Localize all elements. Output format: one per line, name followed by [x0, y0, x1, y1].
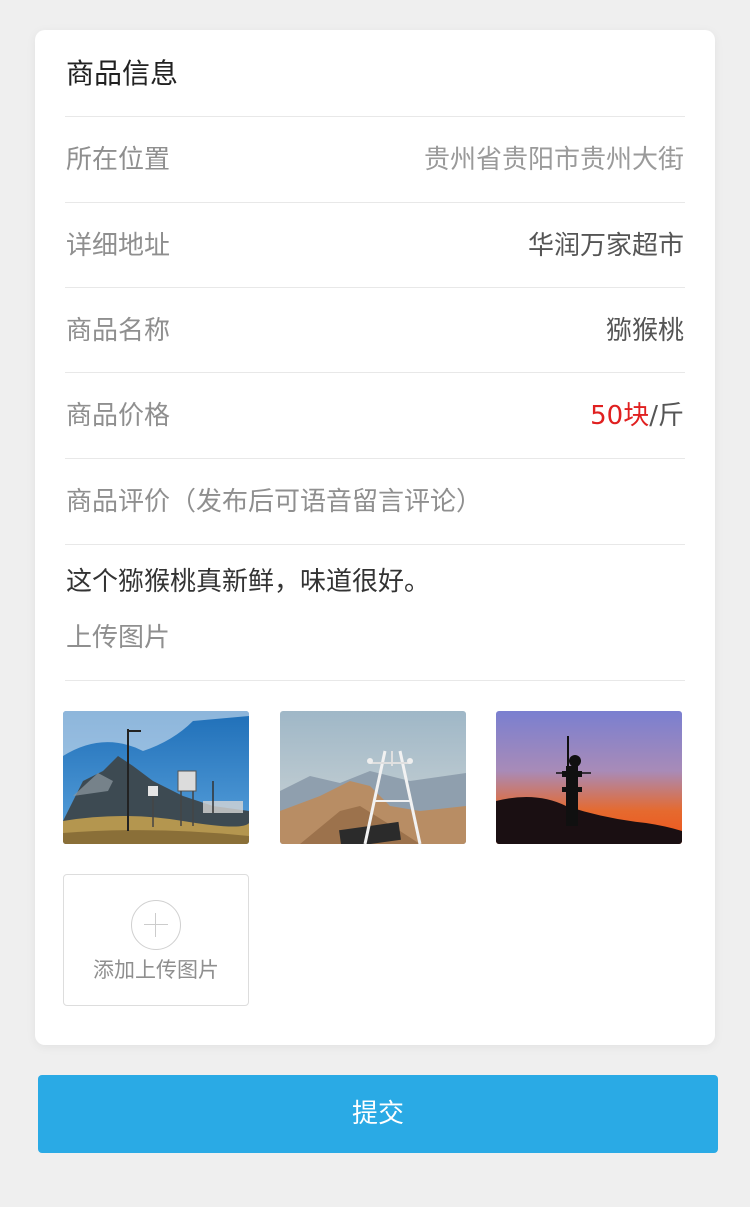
- product-info-card: 商品信息 所在位置 贵州省贵阳市贵州大街 详细地址 华润万家超市 商品名称 猕猴…: [35, 30, 715, 1045]
- upload-label: 上传图片: [66, 623, 171, 653]
- review-label: 商品评价（发布后可语音留言评论）: [66, 487, 483, 517]
- price-label: 商品价格: [66, 401, 171, 431]
- divider: [65, 458, 685, 459]
- divider: [65, 287, 685, 288]
- review-text[interactable]: 这个猕猴桃真新鲜，味道很好。: [66, 562, 430, 602]
- uploaded-photo-3[interactable]: [496, 711, 682, 844]
- add-photo-label: 添加上传图片: [93, 958, 219, 982]
- divider: [65, 372, 685, 373]
- submit-button[interactable]: 提交: [38, 1075, 718, 1153]
- location-label: 所在位置: [66, 145, 171, 175]
- divider: [65, 116, 685, 117]
- product-name-label: 商品名称: [66, 316, 171, 346]
- uploaded-photo-1[interactable]: [63, 711, 249, 844]
- price-number: 50块: [590, 401, 650, 431]
- location-value[interactable]: 贵州省贵阳市贵州大街: [424, 140, 684, 180]
- sunset-tower-photo: [496, 711, 682, 844]
- add-photo-button[interactable]: 添加上传图片: [63, 874, 249, 1006]
- product-name-value[interactable]: 猕猴桃: [606, 311, 684, 351]
- mountain-weather-station-photo: [63, 711, 249, 844]
- divider: [65, 202, 685, 203]
- plus-icon: [131, 900, 181, 950]
- price-value[interactable]: 50块/斤: [590, 396, 684, 436]
- card-title: 商品信息: [66, 57, 179, 90]
- divider: [65, 544, 685, 545]
- uploaded-photo-2[interactable]: [280, 711, 466, 844]
- address-label: 详细地址: [66, 231, 171, 261]
- divider: [65, 680, 685, 681]
- address-value[interactable]: 华润万家超市: [528, 226, 684, 266]
- price-unit: /斤: [649, 401, 684, 431]
- mountain-sensor-mast-photo: [280, 711, 466, 844]
